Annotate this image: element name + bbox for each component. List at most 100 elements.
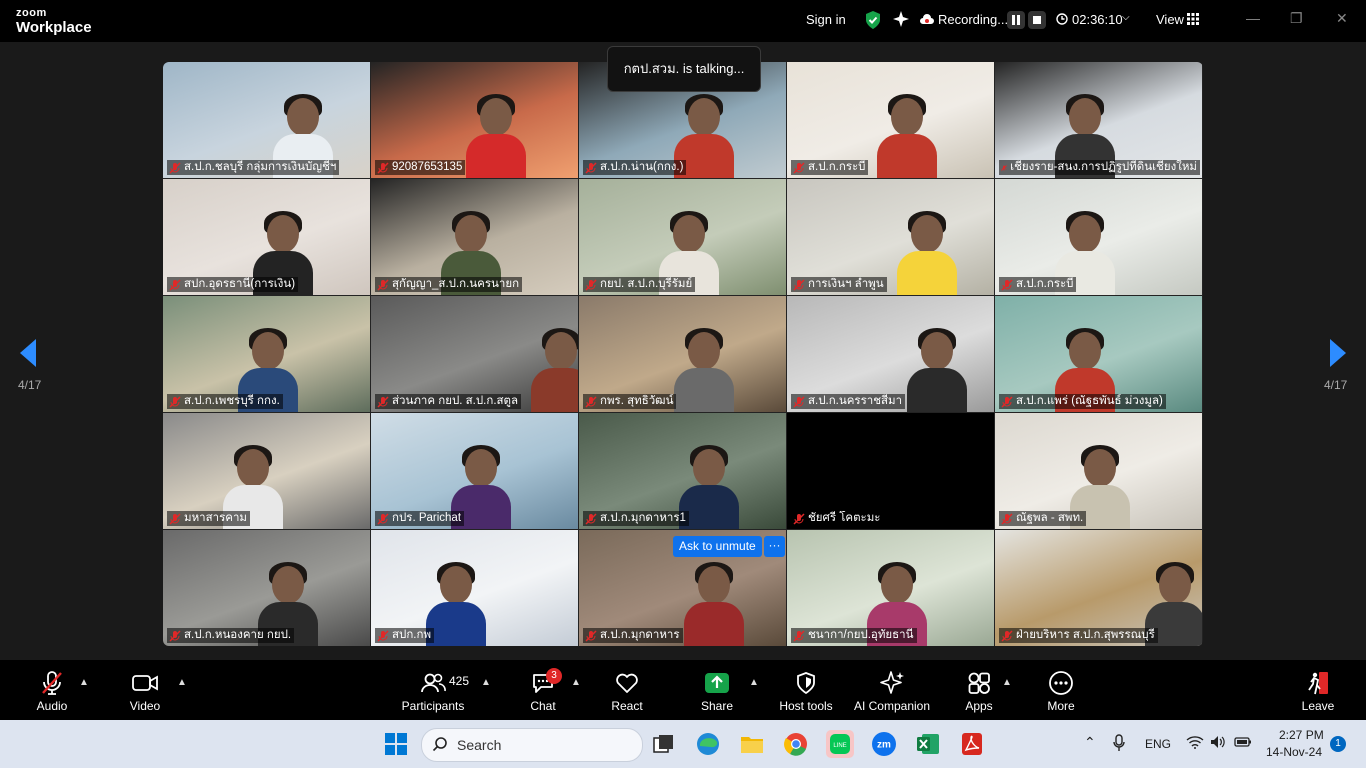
video-tile[interactable]: ส.ป.ก.แพร่ (ณัฐธพันธ์ ม่วงมูล) — [995, 296, 1202, 412]
video-tile[interactable]: 92087653135 — [371, 62, 578, 178]
video-tile[interactable]: ชัยศรี โคตะมะ — [787, 413, 994, 529]
video-tile[interactable]: ส.ป.ก.หนองคาย กยป. — [163, 530, 370, 646]
stop-recording-button[interactable] — [1028, 11, 1046, 29]
host-tools-button[interactable]: Host tools — [776, 670, 836, 713]
video-tile[interactable]: สปก.อุดรธานี(การเงิน) — [163, 179, 370, 295]
video-tile[interactable]: ณัฐพล - สพท. — [995, 413, 1202, 529]
more-button[interactable]: More — [1041, 670, 1081, 713]
shield-icon — [776, 670, 836, 696]
maximize-icon[interactable]: ❐ — [1290, 10, 1303, 27]
participant-name-label: มหาสารคาม — [167, 511, 251, 526]
microphone-tray-icon[interactable] — [1112, 734, 1126, 757]
video-tile[interactable]: ชนากา/กยป.อุทัยธานี — [787, 530, 994, 646]
video-tile[interactable]: ส.ป.ก.ชลบุรี กลุ่มการเงินบัญชีฯ — [163, 62, 370, 178]
video-tile[interactable]: สปก.กพ — [371, 530, 578, 646]
windows-start-icon[interactable] — [382, 730, 410, 758]
clock-time[interactable]: 2:27 PM — [1279, 728, 1324, 742]
ai-sparkle-icon[interactable] — [892, 10, 910, 31]
volume-icon[interactable] — [1210, 735, 1226, 754]
chrome-browser-icon[interactable] — [782, 730, 810, 758]
muted-mic-icon — [585, 161, 597, 174]
apps-icon — [959, 670, 999, 696]
line-app-icon[interactable]: LINE — [826, 730, 854, 758]
video-tile[interactable]: ส.ป.ก.กระบี่ — [995, 179, 1202, 295]
muted-mic-icon — [377, 278, 389, 291]
close-icon[interactable]: ✕ — [1336, 10, 1348, 27]
chat-caret-icon[interactable]: ▲ — [571, 677, 581, 688]
view-button[interactable]: View — [1156, 12, 1184, 27]
participant-name: ส่วนภาค กยป. ส.ป.ก.สตูล — [392, 395, 519, 407]
leave-label: Leave — [1301, 699, 1335, 713]
muted-mic-icon — [1001, 512, 1013, 525]
prev-page-arrow-icon[interactable] — [19, 338, 37, 368]
edge-browser-icon[interactable] — [694, 730, 722, 758]
video-tile[interactable]: กยป. ส.ป.ก.บุรีรัมย์ — [579, 179, 786, 295]
video-button[interactable]: Video — [124, 670, 166, 713]
participants-caret-icon[interactable]: ▲ — [481, 677, 491, 688]
video-options-caret-icon[interactable]: ▲ — [177, 677, 187, 688]
minimize-icon[interactable]: — — [1246, 10, 1260, 26]
muted-mic-icon — [793, 395, 805, 408]
file-explorer-icon[interactable] — [738, 730, 766, 758]
participants-label: Participants — [401, 699, 465, 713]
share-button[interactable]: Share — [697, 670, 737, 713]
page-indicator-right: 4/17 — [1324, 378, 1348, 392]
video-tile[interactable]: กปร. Parichat — [371, 413, 578, 529]
video-tile[interactable]: ส.ป.ก.นครราชสีมา — [787, 296, 994, 412]
participant-silhouette — [684, 562, 744, 646]
participant-name: ส.ป.ก.นครราชสีมา — [808, 395, 903, 407]
participant-name-label: ส.ป.ก.กระบี่ — [999, 277, 1077, 292]
tile-more-options-button[interactable]: ··· — [764, 536, 785, 557]
participant-name: สุกัญญา_ส.ป.ก.นครนายก — [392, 278, 520, 290]
participant-name-label: ฝ่ายบริหาร ส.ป.ก.สุพรรณบุรี — [999, 628, 1158, 643]
audio-label: Audio — [36, 699, 68, 713]
video-tile[interactable]: เชียงราย-สนง.การปฏิรูปที่ดินเชียงใหม่ — [995, 62, 1202, 178]
video-tile[interactable]: ส.ป.ก.กระบี่ — [787, 62, 994, 178]
excel-icon[interactable] — [914, 730, 942, 758]
wifi-icon[interactable] — [1186, 735, 1204, 754]
video-tile[interactable]: ฝ่ายบริหาร ส.ป.ก.สุพรรณบุรี — [995, 530, 1202, 646]
video-tile[interactable]: การเงินฯ ลำพูน — [787, 179, 994, 295]
share-caret-icon[interactable]: ▲ — [749, 677, 759, 688]
next-page-arrow-icon[interactable] — [1329, 338, 1347, 368]
participant-name: กพร. สุทธิวัฒน์ — [600, 395, 674, 407]
participant-name-label: ส.ป.ก.กระบี่ — [791, 160, 869, 175]
input-language-indicator[interactable]: ENG — [1145, 737, 1171, 751]
participant-name: ชนากา/กยป.อุทัยธานี — [808, 629, 914, 641]
participant-name: ส.ป.ก.หนองคาย กยป. — [184, 629, 292, 641]
more-dots-icon — [1041, 670, 1081, 696]
zoom-app-icon[interactable]: zm — [870, 730, 898, 758]
pause-recording-button[interactable] — [1007, 11, 1025, 29]
show-hidden-icons-chevron-icon[interactable]: ⌃ — [1084, 734, 1096, 751]
battery-icon[interactable] — [1234, 735, 1252, 754]
react-button[interactable]: React — [607, 670, 647, 713]
participant-silhouette — [466, 94, 526, 178]
participant-name-label: กพร. สุทธิวัฒน์ — [583, 394, 677, 409]
video-tile[interactable]: ส.ป.ก.เพชรบุรี กกง. — [163, 296, 370, 412]
audio-options-caret-icon[interactable]: ▲ — [79, 677, 89, 688]
apps-button[interactable]: Apps — [959, 670, 999, 713]
grid-view-icon[interactable] — [1187, 13, 1199, 28]
ai-companion-button[interactable]: AI Companion — [852, 670, 932, 713]
security-shield-icon[interactable] — [864, 10, 882, 33]
leave-button[interactable]: Leave — [1298, 670, 1338, 713]
apps-caret-icon[interactable]: ▲ — [1002, 677, 1012, 688]
video-tile[interactable]: ส่วนภาค กยป. ส.ป.ก.สตูล — [371, 296, 578, 412]
audio-button[interactable]: Audio — [30, 670, 74, 713]
participant-name-label: ณัฐพล - สพท. — [999, 511, 1087, 526]
participant-silhouette — [877, 94, 937, 178]
taskbar-search-box[interactable]: Search — [421, 728, 643, 762]
video-tile[interactable]: มหาสารคาม — [163, 413, 370, 529]
acrobat-pdf-icon[interactable] — [958, 730, 986, 758]
participant-name: ส.ป.ก.ชลบุรี กลุ่มการเงินบัญชีฯ — [184, 161, 337, 173]
video-tile[interactable]: กพร. สุทธิวัฒน์ — [579, 296, 786, 412]
timer-chevron-icon[interactable]: ⌵ — [1122, 12, 1130, 23]
task-view-icon[interactable] — [650, 730, 678, 758]
video-tile[interactable]: ส.ป.ก.มุกดาหาร1 — [579, 413, 786, 529]
muted-mic-icon — [377, 629, 389, 642]
sign-in-link[interactable]: Sign in — [806, 12, 846, 27]
ask-to-unmute-button[interactable]: Ask to unmute — [673, 536, 762, 557]
video-tile[interactable]: สุกัญญา_ส.ป.ก.นครนายก — [371, 179, 578, 295]
notification-badge[interactable]: 1 — [1330, 736, 1346, 752]
clock-date[interactable]: 14-Nov-24 — [1266, 745, 1322, 759]
